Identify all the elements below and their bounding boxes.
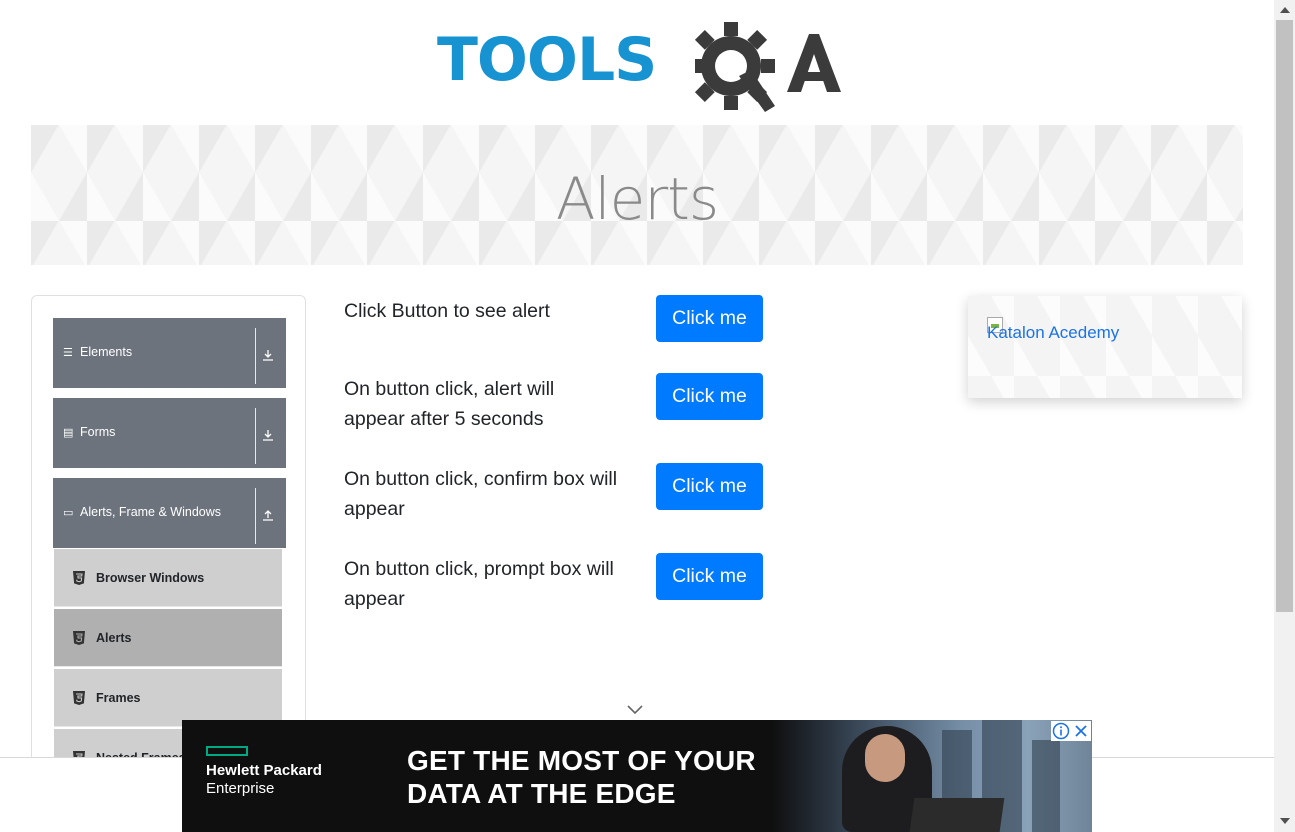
html5-icon [73, 571, 85, 585]
sidebar-item-label: Browser Windows [96, 571, 205, 585]
logo-qa-gear-icon [695, 22, 841, 112]
ad-close-icon[interactable] [1071, 721, 1091, 741]
confirm-description: On button click, confirm box will appear [344, 468, 618, 520]
hpe-logo-icon [206, 746, 248, 756]
sidebar-group-label: Elements [80, 345, 133, 359]
scroll-up-arrow-icon[interactable] [1280, 7, 1290, 13]
divider [255, 328, 256, 384]
hamburger-icon: ☰ [63, 347, 73, 359]
chevron-down-icon[interactable] [626, 702, 644, 716]
upload-arrow-icon [263, 510, 273, 521]
katalon-ad-banner[interactable]: Katalon Acedemy [968, 296, 1242, 398]
sidebar-item-frames[interactable]: Frames [54, 669, 282, 727]
download-arrow-icon [263, 430, 273, 441]
ad-headline: GET THE MOST OF YOUR DATA AT THE EDGE [407, 744, 756, 810]
prompt-description: On button click, prompt box will appear [344, 558, 614, 610]
page-title: Alerts [555, 165, 719, 233]
sidebar-group-elements[interactable]: ☰ Elements [53, 318, 286, 388]
logo-text-tools: TOOLS [437, 25, 657, 95]
sidebar-item-browser-windows[interactable]: Browser Windows [54, 549, 282, 607]
window-icon: ▭ [63, 507, 74, 519]
divider [255, 488, 256, 544]
hpe-brand-line1: Hewlett Packard [206, 762, 322, 779]
confirm-button[interactable]: Click me [656, 463, 763, 510]
ad-person-face [865, 734, 905, 782]
ad-laptop [909, 798, 1005, 832]
sidebar-group-alerts-frame-windows[interactable]: ▭ Alerts, Frame & Windows [53, 478, 286, 548]
scrollbar-thumb[interactable] [1276, 20, 1293, 612]
page-banner: Alerts [31, 125, 1243, 265]
prompt-button[interactable]: Click me [656, 553, 763, 600]
alert-button[interactable]: Click me [656, 295, 763, 342]
sidebar-group-forms[interactable]: ▤ Forms [53, 398, 286, 468]
toolsqa-logo[interactable]: TOOLS [437, 18, 841, 114]
sidebar-group-label: Forms [80, 425, 116, 439]
html5-icon [73, 631, 85, 645]
ad-info-icon[interactable] [1051, 721, 1071, 741]
form-icon: ▤ [63, 427, 74, 439]
scroll-down-arrow-icon[interactable] [1280, 818, 1290, 824]
vertical-scrollbar[interactable] [1274, 0, 1295, 832]
ad-headline-line1: GET THE MOST OF YOUR [407, 745, 756, 776]
hpe-brand-line2: Enterprise [206, 780, 275, 797]
ad-headline-line2: DATA AT THE EDGE [407, 778, 676, 809]
download-arrow-icon [263, 350, 273, 361]
hpe-ad-banner[interactable]: Hewlett Packard Enterprise GET THE MOST … [182, 720, 1092, 832]
timer-alert-description: On button click, alert will appear after… [344, 378, 555, 430]
sidebar-item-label: Alerts [96, 631, 132, 645]
katalon-ad-link[interactable]: Katalon Acedemy [987, 323, 1119, 343]
sidebar-item-alerts[interactable]: Alerts [54, 609, 282, 667]
timer-alert-button[interactable]: Click me [656, 373, 763, 420]
sidebar-group-label: Alerts, Frame & Windows [80, 505, 222, 519]
alert-description: Click Button to see alert [344, 300, 550, 322]
sidebar-item-label: Frames [96, 691, 141, 705]
divider [255, 408, 256, 464]
html5-icon [73, 691, 85, 705]
